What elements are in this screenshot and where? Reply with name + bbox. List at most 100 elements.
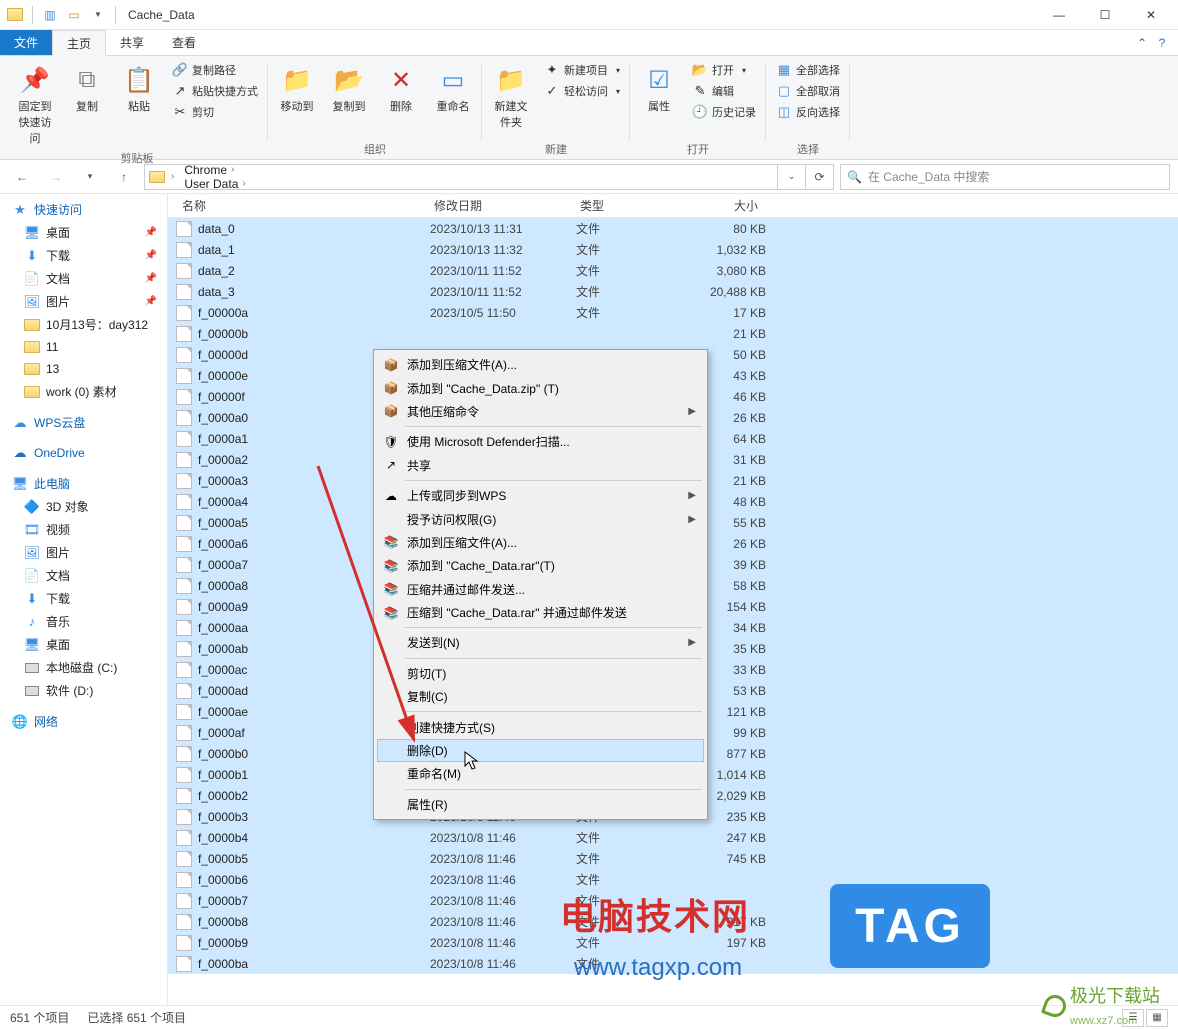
- close-button[interactable]: ✕: [1128, 0, 1174, 30]
- breadcrumb-dropdown-button[interactable]: ⌄: [778, 164, 806, 190]
- new-folder-button[interactable]: 📁新建文件夹: [488, 60, 534, 134]
- copy-button[interactable]: ⧉复制: [64, 60, 110, 118]
- table-row[interactable]: f_0000b72023/10/8 11:46文件: [168, 890, 1178, 911]
- table-row[interactable]: f_0000b82023/10/8 11:46文件217 KB: [168, 911, 1178, 932]
- table-row[interactable]: f_0000ba2023/10/8 11:46文件: [168, 953, 1178, 974]
- nav-up-button[interactable]: ↑: [110, 164, 138, 190]
- delete-button[interactable]: ✕删除: [378, 60, 424, 118]
- ctx-item[interactable]: 📚添加到 "Cache_Data.rar"(T): [377, 554, 704, 577]
- sidebar-item[interactable]: ⬇下载📌: [0, 244, 167, 267]
- table-row[interactable]: data_22023/10/11 11:52文件3,080 KB: [168, 260, 1178, 281]
- ctx-item[interactable]: 🛡使用 Microsoft Defender扫描...: [377, 430, 704, 453]
- ctx-item[interactable]: 创建快捷方式(S): [377, 715, 704, 738]
- ctx-item[interactable]: 重命名(M): [377, 762, 704, 785]
- ctx-item[interactable]: 发送到(N)▶: [377, 631, 704, 654]
- sidebar-item[interactable]: 🖥桌面📌: [0, 221, 167, 244]
- paste-shortcut-button[interactable]: ↗粘贴快捷方式: [168, 81, 262, 101]
- cut-button[interactable]: ✂剪切: [168, 102, 262, 122]
- maximize-button[interactable]: ☐: [1082, 0, 1128, 30]
- sidebar-item[interactable]: 软件 (D:): [0, 679, 167, 702]
- ctx-item[interactable]: 📚压缩到 "Cache_Data.rar" 并通过邮件发送: [377, 601, 704, 624]
- table-row[interactable]: f_00000a2023/10/5 11:50文件17 KB: [168, 302, 1178, 323]
- select-none-button[interactable]: ▢全部取消: [772, 81, 844, 101]
- tab-home[interactable]: 主页: [52, 30, 106, 56]
- table-row[interactable]: f_00000b21 KB: [168, 323, 1178, 344]
- tab-file[interactable]: 文件: [0, 30, 52, 55]
- sidebar-item[interactable]: ♪音乐: [0, 610, 167, 633]
- sidebar-network[interactable]: 🌐网络: [0, 710, 167, 733]
- sidebar-item[interactable]: 🖼图片: [0, 541, 167, 564]
- sidebar-item[interactable]: work (0) 素材: [0, 380, 167, 403]
- sidebar-item[interactable]: 📄文档📌: [0, 267, 167, 290]
- properties-button[interactable]: ☑属性: [636, 60, 682, 118]
- nav-back-button[interactable]: ←: [8, 164, 36, 190]
- copyto-button[interactable]: 📂复制到: [326, 60, 372, 118]
- col-name[interactable]: 名称: [176, 197, 428, 214]
- pin-to-quick-button[interactable]: 📌固定到快速访问: [12, 60, 58, 150]
- sidebar-wps[interactable]: ☁WPS云盘: [0, 411, 167, 434]
- select-all-button[interactable]: ▦全部选择: [772, 60, 844, 80]
- col-date[interactable]: 修改日期: [428, 197, 574, 214]
- sidebar-item[interactable]: ⬇下载: [0, 587, 167, 610]
- paste-button[interactable]: 📋粘贴: [116, 60, 162, 118]
- minimize-button[interactable]: ―: [1036, 0, 1082, 30]
- table-row[interactable]: f_0000b42023/10/8 11:46文件247 KB: [168, 827, 1178, 848]
- rename-button[interactable]: ▭重命名: [430, 60, 476, 118]
- easy-access-button[interactable]: ✓轻松访问▾: [540, 81, 624, 101]
- sidebar-item[interactable]: 本地磁盘 (C:): [0, 656, 167, 679]
- invert-select-button[interactable]: ◫反向选择: [772, 102, 844, 122]
- qat-properties-icon[interactable]: ▥: [39, 4, 61, 26]
- nav-recent-button[interactable]: ▾: [76, 164, 104, 190]
- ctx-item[interactable]: 复制(C): [377, 685, 704, 708]
- qat-icon[interactable]: [4, 4, 26, 26]
- ctx-item[interactable]: 授予访问权限(G)▶: [377, 507, 704, 530]
- sidebar-item[interactable]: 🎞视频: [0, 518, 167, 541]
- ctx-item[interactable]: 📚压缩并通过邮件发送...: [377, 578, 704, 601]
- sidebar-onedrive[interactable]: ☁OneDrive: [0, 442, 167, 464]
- ctx-item[interactable]: 📦添加到 "Cache_Data.zip" (T): [377, 376, 704, 399]
- column-headers[interactable]: 名称 修改日期 类型 大小: [168, 194, 1178, 218]
- ctx-item[interactable]: 属性(R): [377, 793, 704, 816]
- nav-forward-button[interactable]: →: [42, 164, 70, 190]
- sidebar-this-pc[interactable]: 🖥此电脑: [0, 472, 167, 495]
- table-row[interactable]: data_12023/10/13 11:32文件1,032 KB: [168, 239, 1178, 260]
- crumb-user data[interactable]: User Data›: [180, 177, 262, 190]
- moveto-button[interactable]: 📁移动到: [274, 60, 320, 118]
- qat-new-folder-icon[interactable]: ▭: [63, 4, 85, 26]
- table-row[interactable]: data_02023/10/13 11:31文件80 KB: [168, 218, 1178, 239]
- sidebar-item[interactable]: 13: [0, 358, 167, 380]
- help-icon[interactable]: ?: [1154, 30, 1178, 55]
- ctx-item[interactable]: 📦添加到压缩文件(A)...: [377, 353, 704, 376]
- navigation-sidebar[interactable]: ★快速访问 🖥桌面📌⬇下载📌📄文档📌🖼图片📌10月13号：day3121113w…: [0, 194, 168, 1005]
- table-row[interactable]: f_0000b52023/10/8 11:46文件745 KB: [168, 848, 1178, 869]
- breadcrumb[interactable]: › AppData›Local›Google›Chrome›User Data›…: [144, 164, 778, 190]
- tab-share[interactable]: 共享: [106, 30, 158, 55]
- ctx-item[interactable]: ☁上传或同步到WPS▶: [377, 484, 704, 507]
- ctx-item[interactable]: 📚添加到压缩文件(A)...: [377, 531, 704, 554]
- history-button[interactable]: 🕘历史记录: [688, 102, 760, 122]
- sidebar-quick-access[interactable]: ★快速访问: [0, 198, 167, 221]
- new-item-button[interactable]: ✦新建项目▾: [540, 60, 624, 80]
- copy-path-button[interactable]: 🔗复制路径: [168, 60, 262, 80]
- qat-dropdown-icon[interactable]: ▼: [87, 4, 109, 26]
- ctx-item[interactable]: ↗共享: [377, 454, 704, 477]
- ctx-item[interactable]: 剪切(T): [377, 662, 704, 685]
- crumb-chrome[interactable]: Chrome›: [180, 164, 262, 177]
- view-details-button[interactable]: ☰: [1122, 1009, 1144, 1027]
- sidebar-item[interactable]: 11: [0, 336, 167, 358]
- edit-button[interactable]: ✎编辑: [688, 81, 760, 101]
- ctx-item[interactable]: 📦其他压缩命令▶: [377, 400, 704, 423]
- sidebar-item[interactable]: 🔷3D 对象: [0, 495, 167, 518]
- table-row[interactable]: f_0000b92023/10/8 11:46文件197 KB: [168, 932, 1178, 953]
- sidebar-item[interactable]: 🖼图片📌: [0, 290, 167, 313]
- table-row[interactable]: data_32023/10/11 11:52文件20,488 KB: [168, 281, 1178, 302]
- context-menu[interactable]: 📦添加到压缩文件(A)...📦添加到 "Cache_Data.zip" (T)📦…: [373, 349, 708, 820]
- sidebar-item[interactable]: 🖥桌面: [0, 633, 167, 656]
- open-button[interactable]: 📂打开▾: [688, 60, 760, 80]
- sidebar-item[interactable]: 📄文档: [0, 564, 167, 587]
- tab-view[interactable]: 查看: [158, 30, 210, 55]
- view-icons-button[interactable]: ▦: [1146, 1009, 1168, 1027]
- search-input[interactable]: 🔍 在 Cache_Data 中搜索: [840, 164, 1170, 190]
- ctx-item[interactable]: 删除(D): [377, 739, 704, 762]
- ribbon-collapse-icon[interactable]: ⌃: [1130, 30, 1154, 55]
